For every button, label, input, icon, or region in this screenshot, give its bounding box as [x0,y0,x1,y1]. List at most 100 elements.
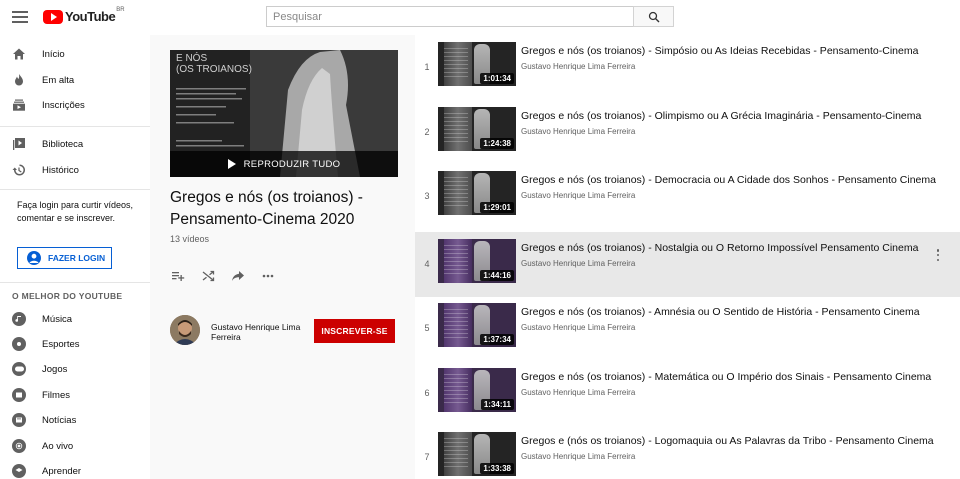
video-more-options-icon[interactable] [932,248,944,262]
sidebar-item-label: Ao vivo [42,440,74,452]
sidebar-item-music[interactable]: Música [0,307,150,331]
video-thumbnail[interactable]: 1:29:01 [438,171,516,215]
video-index: 5 [424,323,430,333]
sidebar-divider [0,189,150,190]
video-channel[interactable]: Gustavo Henrique Lima Ferreira [521,191,635,200]
more-options-icon[interactable] [260,268,276,284]
video-title[interactable]: Gregos e nós (os troianos) - Olimpismo o… [521,110,941,122]
video-thumbnail[interactable]: 1:37:34 [438,303,516,347]
video-index: 2 [424,127,430,137]
video-channel[interactable]: Gustavo Henrique Lima Ferreira [521,388,635,397]
movies-icon [12,388,26,402]
playlist-video-count: 13 vídeos [170,234,210,244]
video-duration: 1:29:01 [480,202,514,213]
video-thumbnail[interactable]: 1:34:11 [438,368,516,412]
video-title[interactable]: Gregos e nós (os troianos) - Nostalgia o… [521,242,941,254]
playlist-title: Gregos e nós (os troianos) - Pensamento-… [170,189,363,228]
sidebar-item-label: Aprender [42,465,82,477]
news-icon [12,413,26,427]
history-icon [12,163,26,177]
sidebar-item-label: Notícias [42,414,77,426]
share-icon[interactable] [230,268,246,284]
sidebar-item-history[interactable]: Histórico [0,158,150,182]
shuffle-icon[interactable] [200,268,216,284]
video-duration: 1:24:38 [480,138,514,149]
country-code: BR [116,7,125,13]
sidebar-item-home[interactable]: Início [0,42,150,66]
video-duration: 1:44:16 [480,270,514,281]
sidebar-item-news[interactable]: Notícias [0,408,150,432]
sidebar-item-learning[interactable]: Aprender [0,459,150,479]
owner-name[interactable]: Gustavo Henrique Lima Ferreira [211,322,311,342]
learning-icon [12,464,26,478]
video-index: 7 [424,452,430,462]
hamburger-menu-icon[interactable] [12,9,28,25]
sidebar-item-label: Filmes [42,389,70,401]
playlist-thumbnail[interactable]: E NÓS (OS TROIANOS) REPRODUZIR TUDO [170,50,398,177]
video-channel[interactable]: Gustavo Henrique Lima Ferreira [521,62,635,71]
sidebar-item-live[interactable]: Ao vivo [0,434,150,458]
play-all-button[interactable]: REPRODUZIR TUDO [170,151,398,177]
live-icon [12,439,26,453]
best-of-youtube-title: O MELHOR DO YOUTUBE [12,291,123,301]
login-button-label: FAZER LOGIN [48,253,106,263]
search-icon [648,11,659,22]
video-channel[interactable]: Gustavo Henrique Lima Ferreira [521,323,635,332]
owner-photo [170,315,200,345]
home-icon [12,47,26,61]
video-title[interactable]: Gregos e nós (os troianos) - Matemática … [521,371,941,383]
add-to-queue-icon[interactable] [170,268,186,284]
gaming-icon [12,362,26,376]
sidebar-item-label: Em alta [42,74,75,86]
video-title[interactable]: Gregos e nós (os troianos) - Amnésia ou … [521,306,941,318]
playlist-video-row[interactable]: 7 1:33:38 Gregos e (nós os troianos) - L… [415,425,960,479]
playlist-owner: Gustavo Henrique Lima Ferreira INSCREVER… [170,315,400,347]
sidebar-item-trending[interactable]: Em alta [0,68,150,92]
youtube-logo[interactable]: YouTube BR [43,7,125,24]
video-thumbnail[interactable]: 1:01:34 [438,42,516,86]
video-duration: 1:01:34 [480,73,514,84]
youtube-play-icon [43,9,63,24]
video-channel[interactable]: Gustavo Henrique Lima Ferreira [521,127,635,136]
top-bar: YouTube BR [0,0,960,35]
sidebar-item-gaming[interactable]: Jogos [0,357,150,381]
video-index: 1 [424,62,430,72]
thumbnail-title-line-1: E NÓS [176,53,208,64]
sidebar-item-subscriptions[interactable]: Inscrições [0,93,150,117]
music-icon [12,312,26,326]
sidebar-item-label: Biblioteca [42,138,84,150]
playlist-video-row[interactable]: 3 1:29:01 Gregos e nós (os troianos) - D… [415,164,960,229]
sidebar-item-movies[interactable]: Filmes [0,383,150,407]
video-index: 6 [424,388,430,398]
sidebar-item-library[interactable]: Biblioteca [0,132,150,156]
video-thumbnail[interactable]: 1:44:16 [438,239,516,283]
playlist-video-row[interactable]: 5 1:37:34 Gregos e nós (os troianos) - A… [415,296,960,361]
sidebar-item-sports[interactable]: Esportes [0,332,150,356]
video-title[interactable]: Gregos e (nós os troianos) - Logomaquia … [521,435,941,447]
sports-icon [12,337,26,351]
playlist-video-row-selected[interactable]: 4 1:44:16 Gregos e nós (os troianos) - N… [415,232,960,297]
login-prompt: Faça login para curtir vídeos, comentar … [17,200,134,223]
video-title[interactable]: Gregos e nós (os troianos) - Simpósio ou… [521,45,941,57]
login-button[interactable]: FAZER LOGIN [17,247,112,269]
sidebar: Início Em alta Inscrições Biblioteca His… [0,35,150,479]
owner-avatar[interactable] [170,315,200,345]
video-index: 4 [424,259,430,269]
search-button[interactable] [633,6,674,27]
video-thumbnail[interactable]: 1:24:38 [438,107,516,151]
video-thumbnail[interactable]: 1:33:38 [438,432,516,476]
search-input[interactable] [266,6,634,27]
subscribe-button[interactable]: INSCREVER-SE [314,319,395,343]
video-title[interactable]: Gregos e nós (os troianos) - Democracia … [521,174,941,186]
video-channel[interactable]: Gustavo Henrique Lima Ferreira [521,452,635,461]
video-channel[interactable]: Gustavo Henrique Lima Ferreira [521,259,635,268]
playlist-video-row[interactable]: 6 1:34:11 Gregos e nós (os troianos) - M… [415,361,960,426]
sidebar-item-label: Esportes [42,338,80,350]
play-all-label: REPRODUZIR TUDO [243,158,341,170]
playlist-video-row[interactable]: 1 1:01:34 Gregos e nós (os troianos) - S… [415,35,960,100]
thumbnail-title-line-2: (OS TROIANOS) [176,64,252,75]
playlist-video-row[interactable]: 2 1:24:38 Gregos e nós (os troianos) - O… [415,100,960,165]
sidebar-item-label: Música [42,313,73,325]
logo-text: YouTube [65,9,116,24]
video-duration: 1:33:38 [480,463,514,474]
